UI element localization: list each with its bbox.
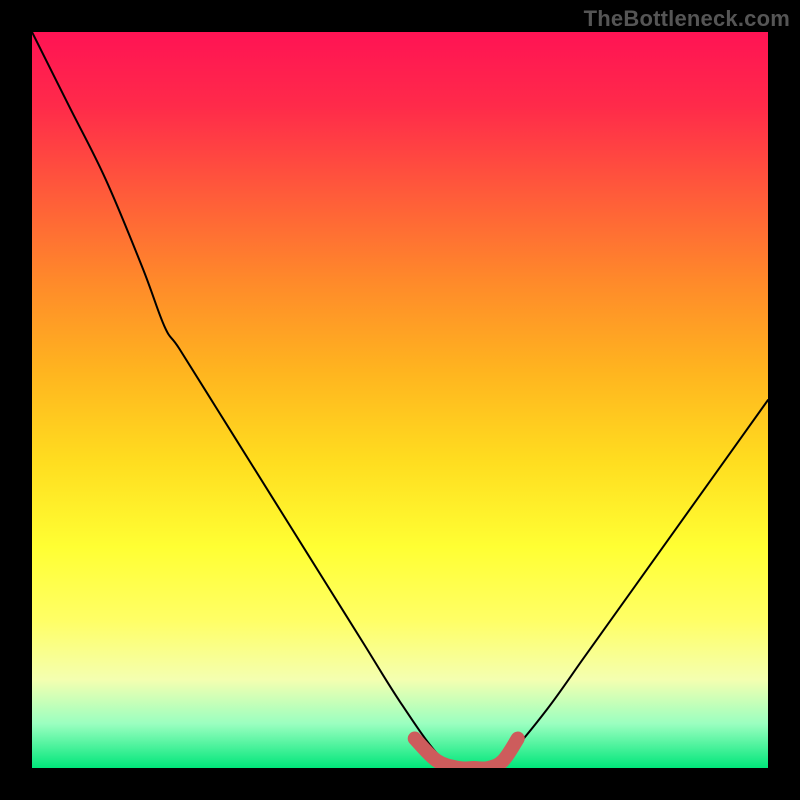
- watermark-text: TheBottleneck.com: [584, 6, 790, 32]
- bottleneck-curve-line: [32, 32, 768, 768]
- chart-svg: [32, 32, 768, 768]
- plot-area: [32, 32, 768, 768]
- bottleneck-chart: TheBottleneck.com: [0, 0, 800, 800]
- optimal-range-highlight: [415, 739, 518, 768]
